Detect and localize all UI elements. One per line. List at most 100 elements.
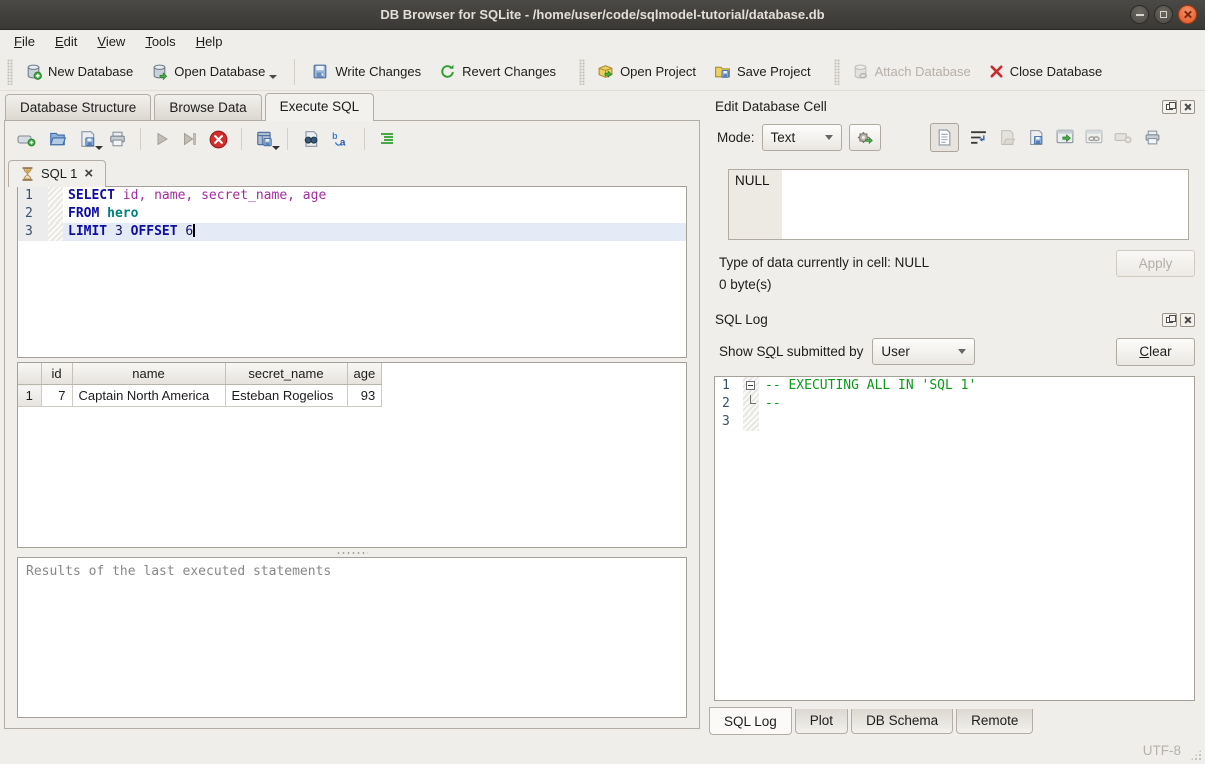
column-header-name[interactable]: name (72, 363, 225, 385)
text-cursor (193, 224, 195, 237)
main-toolbar: New Database Open Database Write Changes… (0, 53, 1205, 91)
column-header-secret-name[interactable]: secret_name (225, 363, 347, 385)
mode-select[interactable]: Text (762, 124, 842, 151)
tab-database-structure[interactable]: Database Structure (5, 94, 151, 120)
auto-apply-button[interactable] (849, 124, 881, 151)
new-sql-tab-icon[interactable] (17, 130, 37, 148)
tab-sql-log[interactable]: SQL Log (709, 707, 792, 735)
encoding-indicator[interactable]: UTF-8 (1143, 743, 1181, 758)
new-database-button[interactable]: New Database (16, 58, 142, 85)
save-results-dropdown-icon[interactable] (272, 146, 280, 150)
open-project-button[interactable]: Open Project (588, 58, 705, 85)
sql-editor[interactable]: 1 SELECT id, name, secret_name, age 2 FR… (17, 186, 687, 358)
word-wrap-icon[interactable] (970, 130, 987, 145)
status-bar: UTF-8 (0, 736, 1205, 764)
column-header-id[interactable]: id (41, 363, 72, 385)
float-icon (1166, 104, 1173, 110)
submitted-by-select[interactable]: User (872, 338, 975, 365)
cell-age[interactable]: 93 (347, 385, 382, 407)
main-area: Database Structure Browse Data Execute S… (0, 92, 1205, 736)
close-dock-button[interactable] (1180, 313, 1195, 327)
column-header-age[interactable]: age (347, 363, 382, 385)
tab-browse-data[interactable]: Browse Data (154, 94, 261, 120)
toolbar-drag-handle[interactable] (7, 59, 13, 85)
save-project-button[interactable]: Save Project (705, 58, 820, 85)
write-changes-icon (312, 63, 329, 80)
tab-plot[interactable]: Plot (795, 709, 848, 734)
toolbar-drag-handle[interactable] (834, 59, 840, 85)
cell-value: NULL (729, 170, 782, 239)
revert-changes-icon (439, 63, 456, 80)
sql-log-viewer[interactable]: 1 -- EXECUTING ALL IN 'SQL 1' 2 -- 3 (714, 376, 1195, 701)
sql-1-tab[interactable]: SQL 1 × (8, 160, 106, 187)
filter-label: Show SQL submitted by (719, 344, 863, 359)
log-line: 2 -- (715, 395, 1194, 413)
float-dock-button[interactable] (1162, 100, 1177, 114)
tab-db-schema[interactable]: DB Schema (851, 709, 953, 734)
cell-info-area: Type of data currently in cell: NULL 0 b… (705, 240, 1205, 292)
edit-cell-dock-header: Edit Database Cell (705, 92, 1205, 117)
close-button[interactable] (1178, 5, 1197, 24)
menu-edit[interactable]: Edit (45, 32, 87, 51)
close-database-button[interactable]: Close Database (980, 59, 1112, 84)
row-number[interactable]: 1 (18, 385, 41, 407)
clear-log-button[interactable]: Clear (1116, 338, 1195, 366)
menu-help[interactable]: Help (186, 32, 233, 51)
open-database-button[interactable]: Open Database (142, 58, 286, 85)
print-cell-icon[interactable] (1143, 129, 1162, 146)
close-dock-button[interactable] (1180, 100, 1195, 114)
line-number: 1 (18, 187, 48, 205)
results-grid: id name secret_name age 1 7 Captain Nort… (17, 362, 687, 548)
window-title: DB Browser for SQLite - /home/user/code/… (380, 7, 824, 22)
resize-grip[interactable] (1190, 749, 1202, 761)
fold-collapse-icon[interactable] (746, 381, 755, 390)
close-sql-tab-icon[interactable]: × (84, 168, 93, 180)
cell-value-editor[interactable]: NULL (728, 169, 1189, 240)
menu-tools[interactable]: Tools (135, 32, 185, 51)
open-database-dropdown-icon[interactable] (269, 75, 277, 79)
menu-file[interactable]: File (4, 32, 45, 51)
tab-remote[interactable]: Remote (956, 709, 1033, 734)
open-project-icon (597, 63, 614, 80)
save-results-icon[interactable] (255, 130, 274, 148)
fold-margin (48, 223, 63, 241)
cell-id[interactable]: 7 (41, 385, 72, 407)
cell-secret-name[interactable]: Esteban Rogelios (225, 385, 347, 407)
stop-execution-icon[interactable] (209, 130, 228, 149)
format-sql-icon[interactable] (378, 131, 396, 147)
fold-margin (48, 187, 63, 205)
log-line: 3 (715, 413, 1194, 431)
sql-log-dock-header: SQL Log (705, 305, 1205, 330)
find-icon[interactable] (301, 130, 320, 148)
float-icon (1166, 317, 1173, 323)
cell-size-info: 0 byte(s) (719, 277, 1189, 292)
save-sql-dropdown-icon[interactable] (95, 146, 103, 150)
results-message-box[interactable]: Results of the last executed statements (17, 557, 687, 718)
replace-icon[interactable]: ba (331, 130, 351, 148)
export-to-file-icon[interactable] (1027, 129, 1045, 146)
minimize-button[interactable] (1130, 5, 1149, 24)
cell-editor-toolbar: Mode: Text (705, 117, 1205, 155)
execute-all-icon (154, 131, 170, 147)
open-sql-file-icon[interactable] (48, 130, 67, 148)
revert-changes-button[interactable]: Revert Changes (430, 58, 565, 85)
menu-view[interactable]: View (87, 32, 135, 51)
write-changes-button[interactable]: Write Changes (303, 58, 430, 85)
open-in-external-icon[interactable] (1056, 129, 1074, 145)
cell-name[interactable]: Captain North America (72, 385, 225, 407)
close-database-icon (989, 64, 1004, 79)
set-null-icon (1114, 130, 1132, 144)
fold-margin (743, 413, 759, 431)
toolbar-drag-handle[interactable] (579, 59, 585, 85)
float-dock-button[interactable] (1162, 313, 1177, 327)
fold-margin (743, 395, 759, 413)
table-row: 1 7 Captain North America Esteban Rogeli… (18, 385, 382, 407)
close-icon (1183, 10, 1192, 19)
horizontal-splitter[interactable] (5, 548, 699, 557)
tab-execute-sql[interactable]: Execute SQL (265, 93, 375, 121)
chevron-down-icon (958, 349, 966, 354)
text-mode-button[interactable] (930, 123, 959, 152)
maximize-button[interactable] (1154, 5, 1173, 24)
save-sql-file-icon[interactable] (78, 130, 97, 148)
print-icon[interactable] (108, 130, 127, 148)
